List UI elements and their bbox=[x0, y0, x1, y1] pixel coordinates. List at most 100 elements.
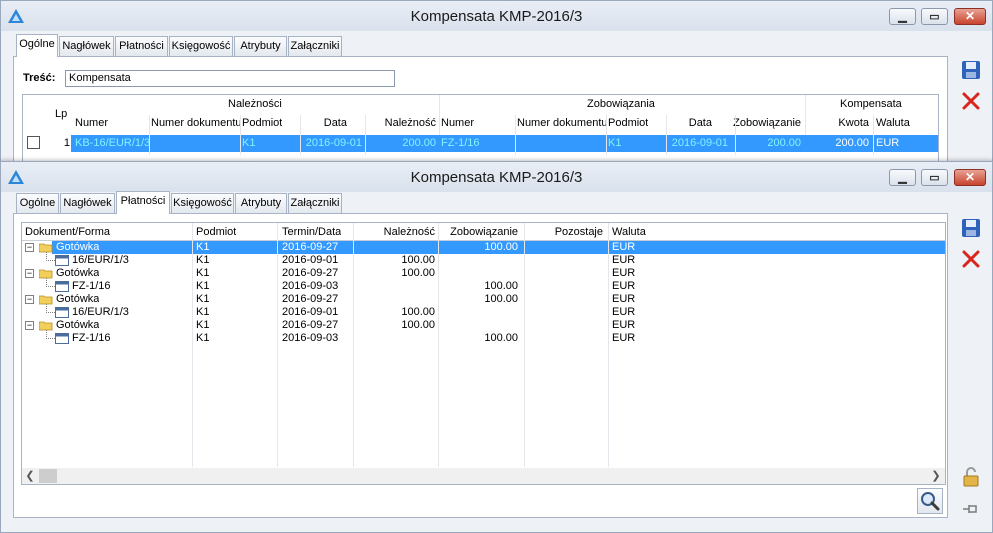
tresc-input[interactable]: Kompensata bbox=[65, 70, 395, 87]
tree-connector bbox=[46, 252, 55, 261]
col-z-podmiot[interactable]: Podmiot bbox=[608, 117, 648, 130]
close-button[interactable]: ✕ bbox=[954, 8, 986, 25]
cell-z-podmiot: K1 bbox=[608, 137, 622, 149]
lock-button[interactable] bbox=[959, 465, 983, 489]
pin-button[interactable] bbox=[959, 497, 983, 521]
tab-zalaczniki[interactable]: Załączniki bbox=[288, 193, 342, 213]
cell-n-naleznosc: 200.00 bbox=[402, 137, 436, 149]
search-button[interactable] bbox=[917, 488, 943, 514]
maximize-button[interactable]: ▭ bbox=[921, 169, 948, 186]
cell-n-data: 2016-09-01 bbox=[305, 137, 362, 149]
scroll-right-icon[interactable]: ❯ bbox=[928, 468, 944, 484]
cell-n-numer[interactable]: KB-16/EUR/1/3 bbox=[75, 137, 149, 150]
tree-label: Gotówka bbox=[56, 267, 100, 279]
payments-panel: Dokument/Forma Podmiot Termin/Data Należ… bbox=[13, 213, 948, 518]
divider bbox=[606, 115, 607, 155]
cell-waluta: EUR bbox=[612, 319, 636, 331]
cell-podmiot: K1 bbox=[196, 254, 210, 266]
collapse-toggle-icon[interactable]: − bbox=[25, 243, 34, 252]
tab-ogolne[interactable]: Ogólne bbox=[16, 34, 58, 57]
title-bar[interactable]: Kompensata KMP-2016/3 ▁ ▭ ✕ bbox=[1, 162, 992, 192]
col-n-data[interactable]: Data bbox=[321, 117, 347, 130]
tresc-value: Kompensata bbox=[69, 72, 131, 84]
col-k-kwota[interactable]: Kwota bbox=[823, 117, 869, 130]
cell-waluta: EUR bbox=[612, 280, 636, 292]
col-lp[interactable]: Lp bbox=[55, 108, 67, 121]
col-podmiot[interactable]: Podmiot bbox=[196, 226, 236, 239]
col-z-zobowiazanie[interactable]: Zobowiązanie bbox=[733, 117, 801, 130]
tab-atrybuty[interactable]: Atrybuty bbox=[234, 36, 287, 56]
save-button[interactable] bbox=[959, 58, 983, 82]
divider bbox=[439, 95, 440, 135]
tree-row-document[interactable]: 16/EUR/1/3 K1 2016-09-01 100.00 EUR bbox=[22, 252, 945, 267]
tree-row-payment-form[interactable]: − Gotówka K1 2016-09-27 100.00 EUR bbox=[22, 241, 945, 254]
tab-ksiegowosc[interactable]: Księgowość bbox=[169, 36, 233, 56]
col-n-numer-dokumentu[interactable]: Numer dokumentu bbox=[151, 117, 241, 130]
tree-row-payment-form[interactable]: − Gotówka K1 2016-09-27 100.00 EUR bbox=[22, 293, 945, 306]
col-waluta[interactable]: Waluta bbox=[612, 226, 646, 239]
cell-z-data: 2016-09-01 bbox=[671, 137, 728, 149]
divider bbox=[666, 115, 667, 155]
col-pozostaje[interactable]: Pozostaje bbox=[525, 226, 603, 239]
cell-termin: 2016-09-01 bbox=[282, 306, 339, 318]
tree-row-payment-form[interactable]: − Gotówka K1 2016-09-27 100.00 EUR bbox=[22, 267, 945, 280]
cell-lp: 1 bbox=[63, 137, 70, 149]
col-z-numer-dokumentu[interactable]: Numer dokumentu bbox=[517, 117, 607, 130]
tree-row-document[interactable]: FZ-1/16 K1 2016-09-03 100.00 EUR bbox=[22, 278, 945, 293]
col-n-podmiot[interactable]: Podmiot bbox=[242, 117, 282, 130]
title-bar[interactable]: Kompensata KMP-2016/3 ▁ ▭ ✕ bbox=[1, 1, 992, 31]
cell-z-zobowiazanie: 200.00 bbox=[767, 137, 801, 149]
tab-zalaczniki[interactable]: Załączniki bbox=[288, 36, 342, 56]
cell-n-podmiot: K1 bbox=[242, 137, 256, 149]
tree-row-document[interactable]: FZ-1/16 K1 2016-09-03 100.00 EUR bbox=[22, 330, 945, 345]
cell-naleznosc: 100.00 bbox=[401, 306, 435, 318]
collapse-toggle-icon[interactable]: − bbox=[25, 269, 34, 278]
horizontal-scrollbar[interactable]: ❮ ❯ bbox=[22, 468, 945, 484]
cell-waluta: EUR bbox=[612, 254, 636, 266]
col-n-numer[interactable]: Numer bbox=[75, 117, 108, 130]
maximize-icon: ▭ bbox=[929, 11, 940, 23]
col-k-waluta[interactable]: Waluta bbox=[876, 117, 910, 130]
maximize-button[interactable]: ▭ bbox=[921, 8, 948, 25]
minimize-button[interactable]: ▁ bbox=[889, 169, 916, 186]
tab-ogolne[interactable]: Ogólne bbox=[16, 193, 59, 213]
tab-platnosci[interactable]: Płatności bbox=[116, 191, 170, 214]
tab-atrybuty[interactable]: Atrybuty bbox=[235, 193, 287, 213]
cell-z-numer[interactable]: FZ-1/16 bbox=[441, 137, 480, 150]
col-dokument-forma[interactable]: Dokument/Forma bbox=[25, 226, 110, 239]
scrollbar-thumb[interactable] bbox=[39, 469, 57, 483]
col-n-naleznosc[interactable]: Należność bbox=[375, 117, 436, 130]
col-naleznosc[interactable]: Należność bbox=[356, 226, 435, 239]
cancel-button[interactable] bbox=[959, 89, 983, 113]
collapse-toggle-icon[interactable]: − bbox=[25, 321, 34, 330]
cell-termin: 2016-09-27 bbox=[282, 319, 339, 331]
red-x-icon bbox=[962, 92, 980, 110]
scroll-left-icon[interactable]: ❮ bbox=[22, 468, 38, 484]
tree-row-document[interactable]: 16/EUR/1/3 K1 2016-09-01 100.00 EUR bbox=[22, 304, 945, 319]
col-zobowiazanie[interactable]: Zobowiązanie bbox=[440, 226, 518, 239]
cell-termin: 2016-09-27 bbox=[282, 293, 339, 305]
save-button[interactable] bbox=[959, 216, 983, 240]
row-checkbox[interactable] bbox=[27, 136, 40, 149]
tree-label: FZ-1/16 bbox=[72, 280, 111, 292]
tab-platnosci[interactable]: Płatności bbox=[115, 36, 168, 56]
col-termin-data[interactable]: Termin/Data bbox=[282, 226, 341, 239]
tab-ksiegowosc[interactable]: Księgowość bbox=[171, 193, 234, 213]
cell-naleznosc: 100.00 bbox=[401, 267, 435, 279]
cancel-button[interactable] bbox=[959, 247, 983, 271]
minimize-icon: ▁ bbox=[898, 172, 907, 184]
divider bbox=[805, 95, 806, 135]
tree-row-payment-form[interactable]: − Gotówka K1 2016-09-27 100.00 EUR bbox=[22, 319, 945, 332]
pin-icon bbox=[963, 505, 977, 513]
general-panel: Treść: Kompensata Należności Zobowiązani… bbox=[13, 56, 948, 165]
col-z-numer[interactable]: Numer bbox=[441, 117, 474, 130]
close-button[interactable]: ✕ bbox=[954, 169, 986, 186]
cell-podmiot: K1 bbox=[196, 267, 210, 279]
col-z-data[interactable]: Data bbox=[678, 117, 712, 130]
collapse-toggle-icon[interactable]: − bbox=[25, 295, 34, 304]
tab-naglowek[interactable]: Nagłówek bbox=[59, 36, 114, 56]
tab-naglowek[interactable]: Nagłówek bbox=[60, 193, 115, 213]
tree-label: Gotówka bbox=[56, 319, 100, 331]
minimize-button[interactable]: ▁ bbox=[889, 8, 916, 25]
cell-k-waluta: EUR bbox=[876, 137, 900, 149]
